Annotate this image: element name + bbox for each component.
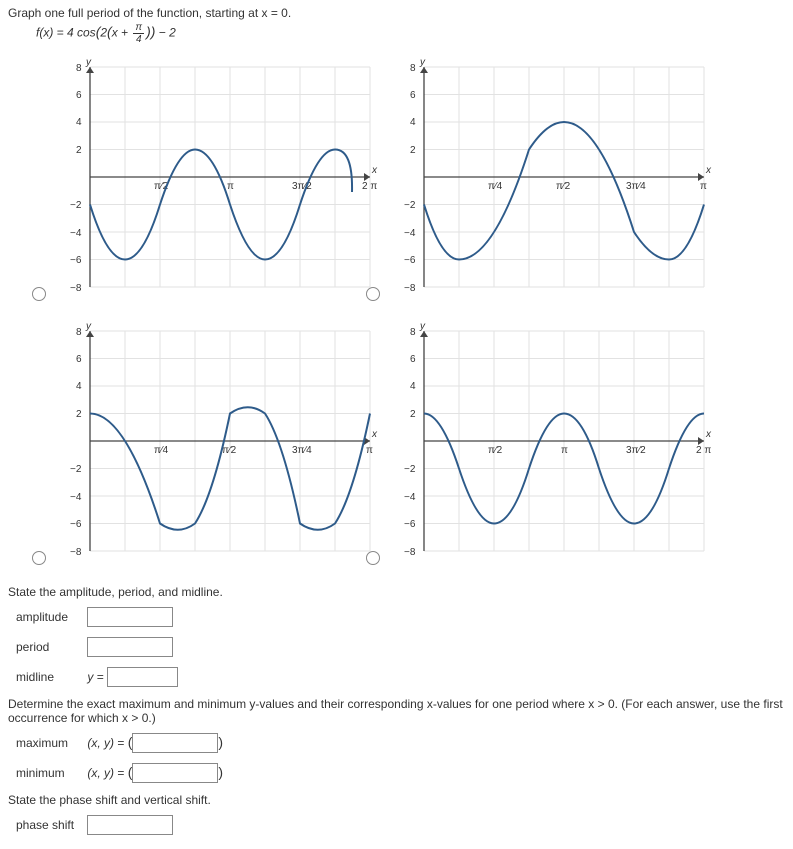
midline-row: midline y = xyxy=(16,667,785,687)
svg-text:4: 4 xyxy=(76,117,82,128)
svg-text:−6: −6 xyxy=(70,519,82,530)
maximum-input[interactable] xyxy=(132,733,218,753)
y-ticks: 8 6 4 2 −2 −4 −6 −8 xyxy=(70,63,82,294)
svg-text:6: 6 xyxy=(76,354,82,365)
svg-text:−2: −2 xyxy=(70,464,82,475)
midline-label: midline xyxy=(16,670,84,684)
phase-shift-row: phase shift xyxy=(16,815,785,835)
svg-text:y: y xyxy=(419,57,426,68)
svg-text:−4: −4 xyxy=(70,228,82,239)
svg-text:2: 2 xyxy=(410,145,416,156)
section-max-min: Determine the exact maximum and minimum … xyxy=(8,697,785,725)
svg-text:y: y xyxy=(85,321,92,332)
svg-text:4: 4 xyxy=(410,117,416,128)
xy-prefix-max: (x, y) = xyxy=(87,736,127,750)
svg-text:−8: −8 xyxy=(404,283,416,294)
phase-shift-label: phase shift xyxy=(16,818,84,832)
svg-text:π⁄2: π⁄2 xyxy=(556,181,571,192)
svg-text:8: 8 xyxy=(410,63,416,74)
amplitude-input[interactable] xyxy=(87,607,173,627)
svg-text:2 π: 2 π xyxy=(362,181,377,192)
svg-text:−6: −6 xyxy=(404,519,416,530)
svg-text:−2: −2 xyxy=(70,200,82,211)
period-input[interactable] xyxy=(87,637,173,657)
svg-text:π⁄4: π⁄4 xyxy=(488,181,503,192)
question-text: Graph one full period of the function, s… xyxy=(8,6,785,20)
function-formula: f(x) = 4 cos(2(x + π4)) − 2 xyxy=(36,22,785,45)
svg-text:3π⁄2: 3π⁄2 xyxy=(292,181,312,192)
svg-text:π⁄4: π⁄4 xyxy=(154,445,169,456)
svg-text:π: π xyxy=(227,181,234,192)
graph-option-b[interactable]: y x 8 6 4 2 −2 −4 −6 −8 π⁄4 π⁄2 3π⁄4 π xyxy=(384,57,714,307)
svg-text:−8: −8 xyxy=(404,547,416,558)
minimum-row: minimum (x, y) = () xyxy=(16,763,785,783)
graph-options: y x 8 6 4 2 −2 −4 −6 −8 π⁄2 π 3π⁄2 2 π y x 8 6 4 2 −2… xyxy=(48,51,720,579)
section-amp-per-mid: State the amplitude, period, and midline… xyxy=(8,585,785,599)
svg-text:−4: −4 xyxy=(70,492,82,503)
svg-text:π: π xyxy=(700,181,707,192)
svg-text:x: x xyxy=(705,429,712,440)
maximum-label: maximum xyxy=(16,736,84,750)
maximum-row: maximum (x, y) = () xyxy=(16,733,785,753)
svg-text:x: x xyxy=(705,165,712,176)
amplitude-label: amplitude xyxy=(16,610,84,624)
midline-prefix: y = xyxy=(87,670,103,684)
radio-c-icon[interactable] xyxy=(32,551,46,565)
svg-text:4: 4 xyxy=(76,381,82,392)
minimum-input[interactable] xyxy=(132,763,218,783)
svg-text:−8: −8 xyxy=(70,283,82,294)
svg-text:8: 8 xyxy=(410,327,416,338)
x-ticks: π⁄2π3π⁄22 π xyxy=(154,181,377,192)
svg-text:π⁄2: π⁄2 xyxy=(488,445,503,456)
svg-text:x: x xyxy=(371,429,378,440)
svg-text:2 π: 2 π xyxy=(696,445,711,456)
svg-text:2: 2 xyxy=(76,145,82,156)
amplitude-row: amplitude xyxy=(16,607,785,627)
graph-option-d[interactable]: y x 8 6 4 2 −2 −4 −6 −8 π⁄2 π 3π⁄2 2 π xyxy=(384,321,714,571)
svg-text:2: 2 xyxy=(76,409,82,420)
svg-text:3π⁄4: 3π⁄4 xyxy=(626,181,646,192)
svg-text:2: 2 xyxy=(410,409,416,420)
section-shifts: State the phase shift and vertical shift… xyxy=(8,793,785,807)
svg-text:8: 8 xyxy=(76,327,82,338)
svg-text:−4: −4 xyxy=(404,228,416,239)
y-axis-label: y xyxy=(85,57,92,68)
phase-shift-input[interactable] xyxy=(87,815,173,835)
svg-text:π⁄2: π⁄2 xyxy=(222,445,237,456)
svg-text:−6: −6 xyxy=(404,255,416,266)
svg-text:y: y xyxy=(419,321,426,332)
xy-prefix-min: (x, y) = xyxy=(87,766,127,780)
svg-text:3π⁄2: 3π⁄2 xyxy=(626,445,646,456)
graph-option-c[interactable]: y x 8 6 4 2 −2 −4 −6 −8 π⁄4 π⁄2 3π⁄4 π xyxy=(50,321,380,571)
svg-text:−2: −2 xyxy=(404,464,416,475)
x-axis-label: x xyxy=(371,165,378,176)
svg-text:3π⁄4: 3π⁄4 xyxy=(292,445,312,456)
svg-text:−6: −6 xyxy=(70,255,82,266)
svg-text:6: 6 xyxy=(410,90,416,101)
svg-text:4: 4 xyxy=(410,381,416,392)
period-row: period xyxy=(16,637,785,657)
svg-text:6: 6 xyxy=(410,354,416,365)
radio-b-icon[interactable] xyxy=(366,287,380,301)
period-label: period xyxy=(16,640,84,654)
radio-d-icon[interactable] xyxy=(366,551,380,565)
svg-text:π: π xyxy=(366,445,373,456)
svg-text:−4: −4 xyxy=(404,492,416,503)
graph-option-a[interactable]: y x 8642 −2−4−6−8 π⁄2π3π⁄22 π xyxy=(50,57,380,307)
minimum-label: minimum xyxy=(16,766,84,780)
svg-text:6: 6 xyxy=(76,90,82,101)
radio-a-icon[interactable] xyxy=(32,287,46,301)
svg-text:π: π xyxy=(561,445,568,456)
midline-input[interactable] xyxy=(107,667,178,687)
svg-text:−2: −2 xyxy=(404,200,416,211)
svg-text:8: 8 xyxy=(76,63,82,74)
svg-text:−8: −8 xyxy=(70,547,82,558)
